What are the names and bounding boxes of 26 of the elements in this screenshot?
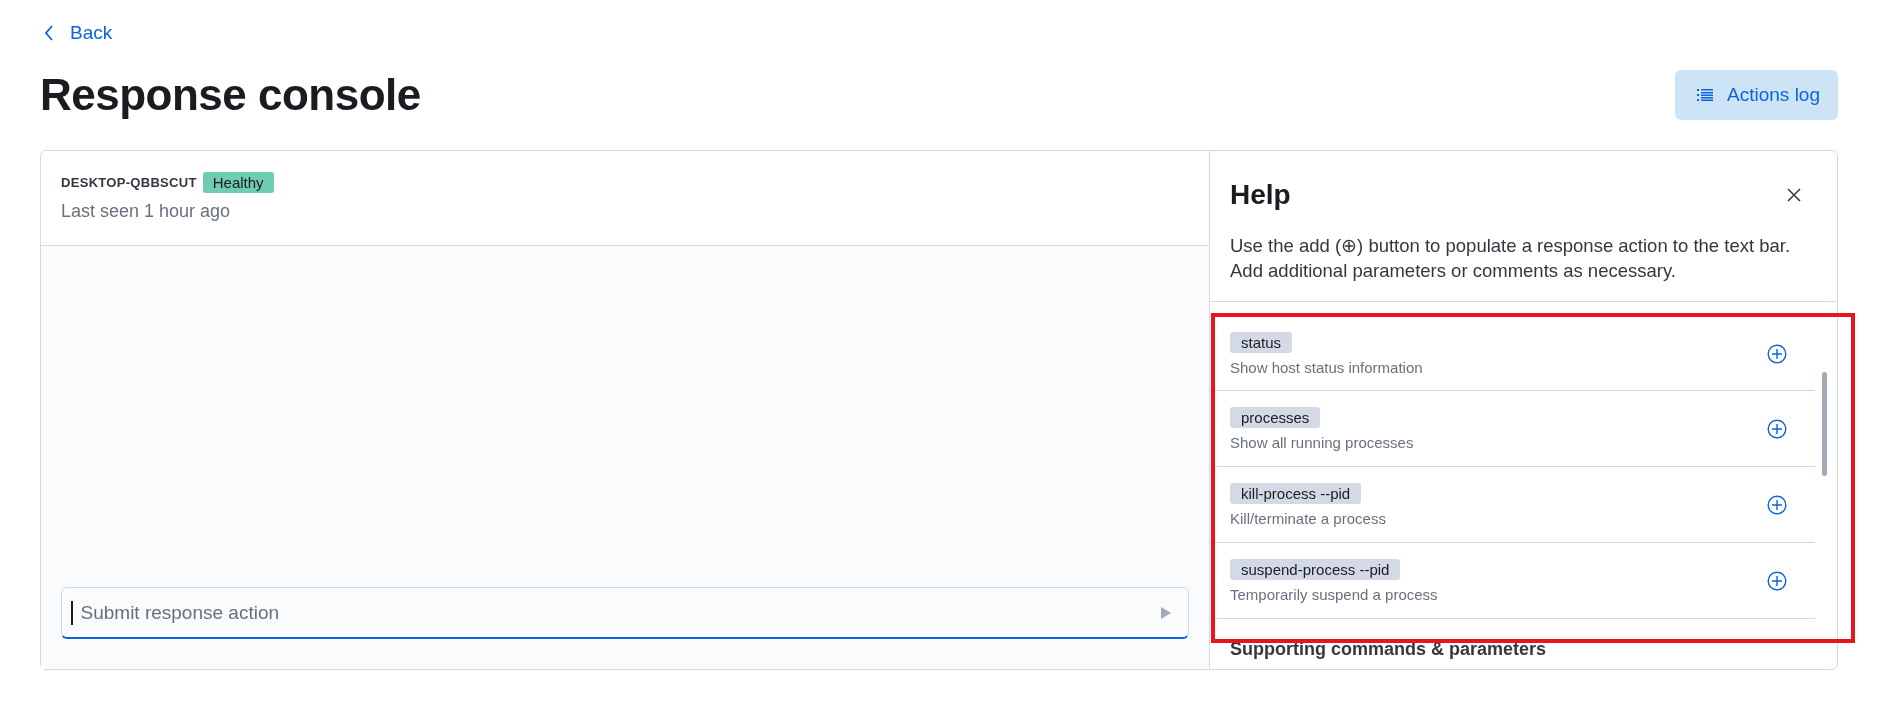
command-badge: kill-process --pid: [1230, 482, 1362, 504]
command-badge: status: [1230, 331, 1293, 353]
command-input-field[interactable]: Submit response action: [78, 600, 1154, 625]
actions-log-button[interactable]: Actions log: [1675, 70, 1838, 120]
help-title: Help: [1230, 179, 1291, 211]
chevron-left-icon: [44, 25, 54, 41]
add-icon[interactable]: [1767, 418, 1787, 439]
page-title: Response console: [40, 70, 421, 120]
add-icon[interactable]: [1767, 494, 1787, 515]
help-description: Use the add (⊕) button to populate a response action to the text bar. Add additional parameters or comments as necessary.: [1230, 234, 1792, 283]
command-description: Show host status information: [1230, 358, 1423, 376]
add-icon[interactable]: [1767, 570, 1787, 591]
back-link[interactable]: Back: [40, 18, 117, 48]
command-badge: suspend-process --pid: [1230, 558, 1401, 580]
command-description: Kill/terminate a process: [1230, 509, 1386, 527]
command-input-box[interactable]: Submit response action: [61, 587, 1189, 639]
add-icon[interactable]: [1767, 343, 1787, 364]
host-name: DESKTOP-QBBSCUT: [61, 175, 197, 190]
command-description: Temporarily suspend a process: [1230, 585, 1438, 603]
command-description: Show all running processes: [1230, 433, 1414, 451]
list-icon: [1697, 88, 1714, 102]
command-badge: processes: [1230, 406, 1321, 428]
status-badge: Healthy: [202, 172, 274, 193]
scrollbar[interactable]: [1822, 372, 1827, 476]
close-icon[interactable]: [1787, 188, 1801, 202]
last-seen-text: Last seen 1 hour ago: [61, 201, 232, 222]
